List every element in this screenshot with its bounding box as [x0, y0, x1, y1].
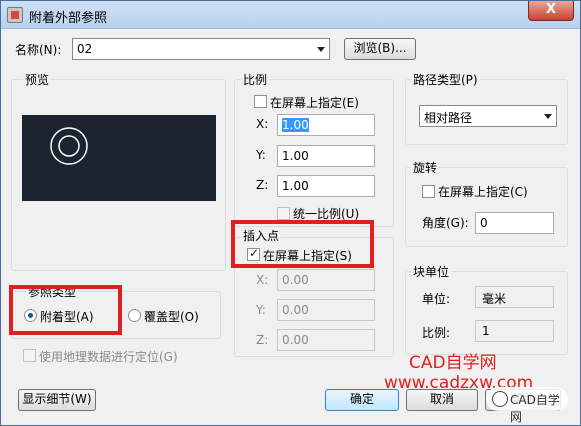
preview-label: 预览 [23, 71, 52, 88]
scale-x-input[interactable]: 1.00 [277, 114, 375, 136]
rotation-group [405, 167, 568, 247]
unit-label: 单位: [422, 292, 451, 306]
rotation-label: 旋转 [411, 159, 440, 176]
app-icon [7, 7, 23, 23]
browse-button[interactable]: 浏览(B)... [344, 38, 416, 60]
name-value: 02 [77, 42, 93, 56]
watermark-badge: CAD自学网 [486, 387, 568, 424]
insert-y-input[interactable]: 0.00 [277, 299, 375, 321]
preview-canvas [22, 115, 216, 201]
insert-x-input[interactable]: 0.00 [277, 269, 375, 291]
scale-on-screen-label: 在屏幕上指定(E) [270, 96, 359, 110]
chevron-down-icon [317, 47, 325, 52]
path-type-value: 相对路径 [424, 111, 473, 125]
wechat-icon [492, 391, 508, 407]
ratio-label: 比例: [422, 326, 451, 340]
name-label: 名称(N): [15, 43, 62, 57]
angle-label: 角度(G): [422, 216, 469, 230]
inner-circle [58, 135, 80, 157]
overlay-radio[interactable] [128, 309, 141, 322]
show-details-button[interactable]: 显示细节(W) [18, 389, 96, 411]
preview-drawing [50, 127, 88, 165]
dialog-title: 附着外部参照 [29, 11, 108, 26]
uniform-scale-checkbox[interactable] [277, 207, 290, 220]
insert-z-input[interactable]: 0.00 [277, 329, 375, 351]
insert-x-label: X: [256, 273, 269, 287]
insert-y-label: Y: [256, 303, 266, 317]
scale-x-value: 1.00 [282, 118, 309, 132]
attach-xref-dialog: 附着外部参照 X 名称(N): 02 浏览(B)... 预览 比例 在屏幕上指定… [0, 0, 581, 426]
watermark-site-name: CAD自学网 [409, 353, 497, 373]
rotation-on-screen-checkbox[interactable] [422, 185, 435, 198]
angle-input[interactable]: 0 [475, 212, 554, 234]
chevron-down-icon [544, 114, 552, 119]
reference-type-highlight-box [9, 285, 122, 335]
scale-on-screen-checkbox[interactable] [254, 95, 267, 108]
scale-z-label: Z: [256, 178, 269, 192]
overlay-label: 覆盖型(O) [144, 310, 199, 324]
geo-locate-checkbox[interactable] [23, 349, 36, 362]
scale-y-input[interactable]: 1.00 [277, 145, 375, 167]
unit-value: 毫米 [475, 286, 554, 308]
rotation-on-screen-label: 在屏幕上指定(C) [438, 185, 528, 199]
watermark-badge-text: CAD自学网 [510, 393, 560, 424]
path-type-dropdown[interactable]: 相对路径 [419, 105, 557, 127]
close-button[interactable]: X [528, 1, 574, 21]
insert-z-label: Z: [256, 333, 269, 347]
block-unit-group [405, 271, 568, 355]
geo-locate-label: 使用地理数据进行定位(G) [39, 350, 178, 364]
scale-x-label: X: [256, 117, 269, 131]
title-bar[interactable]: 附着外部参照 X [1, 1, 580, 29]
block-unit-label: 块单位 [411, 263, 452, 280]
scale-z-input[interactable]: 1.00 [277, 175, 375, 197]
ratio-value: 1 [475, 320, 554, 342]
scale-y-label: Y: [256, 148, 266, 162]
insertion-highlight-box [231, 220, 374, 268]
path-type-label: 路径类型(P) [411, 71, 480, 88]
scale-label: 比例 [241, 71, 270, 88]
name-dropdown[interactable]: 02 [72, 38, 330, 60]
outer-circle [50, 127, 88, 165]
